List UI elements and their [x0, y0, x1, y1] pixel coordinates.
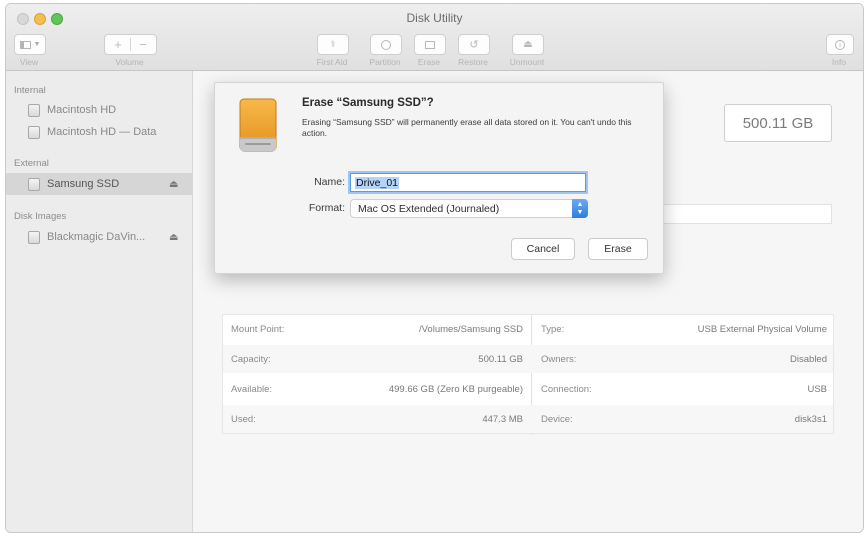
unmount-label: Unmount	[509, 57, 545, 67]
owners-value: Disabled	[790, 354, 827, 365]
table-row: Mount Point: /Volumes/Samsung SSD Type: …	[223, 315, 833, 343]
restore-label: Restore	[458, 57, 488, 67]
sidebar-item-macintosh-hd-data[interactable]: Macintosh HD — Data	[6, 121, 192, 143]
internal-disk-icon	[28, 103, 40, 117]
first-aid-icon: ⚕	[330, 39, 336, 50]
sidebar-item-samsung-ssd[interactable]: Samsung SSD ⏏	[6, 173, 192, 195]
sidebar-header-external: External	[14, 158, 49, 169]
erase-confirm-button[interactable]: Erase	[588, 238, 648, 260]
view-button[interactable]: ▼	[14, 34, 46, 55]
sidebar-item-label: Samsung SSD	[47, 178, 120, 190]
name-field-value: Drive_01	[355, 176, 400, 189]
disk-utility-window: Disk Utility ▼ View + − Volume ⚕ First A…	[5, 3, 864, 533]
format-select[interactable]: Mac OS Extended (Journaled) ▲ ▼	[350, 199, 588, 218]
erase-label: Erase	[417, 57, 441, 67]
used-value: 447.3 MB	[482, 414, 523, 425]
sidebar-item-macintosh-hd[interactable]: Macintosh HD	[6, 99, 192, 121]
unmount-icon: ⏏	[523, 39, 533, 50]
sidebar-view-icon	[19, 40, 31, 49]
restore-icon: ↺	[469, 39, 479, 51]
name-field[interactable]: Drive_01	[350, 173, 586, 192]
internal-disk-icon	[28, 125, 40, 139]
partition-label: Partition	[369, 57, 401, 67]
available-key: Available:	[231, 384, 273, 395]
disk-image-icon	[28, 230, 40, 244]
table-row: Used: 447.3 MB Device: disk3s1	[223, 405, 833, 433]
available-value: 499.66 GB (Zero KB purgeable)	[388, 384, 523, 395]
connection-value: USB	[807, 384, 827, 395]
window-title: Disk Utility	[406, 11, 463, 25]
info-label: Info	[831, 57, 847, 67]
volume-button-group: + −	[104, 34, 157, 55]
volume-label: Volume	[115, 57, 144, 67]
type-key: Type:	[541, 324, 565, 335]
select-arrows-icon: ▲ ▼	[572, 199, 588, 218]
restore-button[interactable]: ↺	[458, 34, 490, 55]
connection-key: Connection:	[541, 384, 592, 395]
sidebar-item-label: Macintosh HD — Data	[47, 126, 157, 138]
view-label: View	[19, 57, 39, 67]
cancel-button[interactable]: Cancel	[511, 238, 575, 260]
type-value: USB External Physical Volume	[697, 324, 827, 335]
sidebar-item-blackmagic-davinci[interactable]: Blackmagic DaVin... ⏏	[6, 226, 192, 248]
add-volume-icon[interactable]: +	[106, 37, 130, 52]
mount-point-value: /Volumes/Samsung SSD	[418, 324, 523, 335]
table-row: Available: 499.66 GB (Zero KB purgeable)…	[223, 375, 833, 403]
dialog-title: Erase “Samsung SSD”?	[302, 97, 434, 109]
device-key: Device:	[541, 414, 573, 425]
owners-key: Owners:	[541, 354, 577, 365]
sidebar-header-disk-images: Disk Images	[14, 211, 67, 222]
format-select-value: Mac OS Extended (Journaled)	[358, 202, 500, 215]
first-aid-label: First Aid	[316, 57, 348, 67]
mount-point-key: Mount Point:	[231, 324, 285, 335]
capacity-value: 500.11 GB	[478, 354, 523, 365]
sidebar-header-internal: Internal	[14, 85, 46, 96]
partition-icon	[381, 39, 391, 50]
capacity-key: Capacity:	[231, 354, 271, 365]
eject-icon[interactable]: ⏏	[169, 179, 178, 190]
used-key: Used:	[231, 414, 256, 425]
partition-button[interactable]	[370, 34, 402, 55]
sidebar: Internal Macintosh HD Macintosh HD — Dat…	[6, 71, 193, 532]
external-drive-icon	[239, 98, 277, 152]
first-aid-button[interactable]: ⚕	[317, 34, 349, 55]
chevron-down-icon: ▼	[33, 41, 41, 48]
erase-dialog: Erase “Samsung SSD”? Erasing “Samsung SS…	[214, 82, 664, 274]
format-label: Format:	[308, 202, 345, 214]
volume-info-table: Mount Point: /Volumes/Samsung SSD Type: …	[222, 314, 834, 435]
info-button[interactable]: i	[826, 34, 854, 55]
sidebar-item-label: Blackmagic DaVin...	[47, 231, 146, 243]
dialog-message: Erasing “Samsung SSD” will permanently e…	[302, 117, 632, 138]
name-label: Name:	[314, 176, 345, 188]
remove-volume-icon[interactable]: −	[131, 37, 155, 52]
capacity-display: 500.11 GB	[724, 104, 832, 142]
table-row: Capacity: 500.11 GB Owners: Disabled	[223, 345, 833, 373]
toolbar: Disk Utility ▼ View + − Volume ⚕ First A…	[6, 4, 863, 71]
device-value: disk3s1	[794, 414, 827, 425]
erase-icon	[425, 40, 435, 49]
erase-button[interactable]	[414, 34, 446, 55]
unmount-button[interactable]: ⏏	[512, 34, 544, 55]
info-icon: i	[835, 39, 845, 50]
external-disk-icon	[28, 177, 40, 191]
eject-icon[interactable]: ⏏	[169, 232, 178, 243]
sidebar-item-label: Macintosh HD	[47, 104, 117, 116]
